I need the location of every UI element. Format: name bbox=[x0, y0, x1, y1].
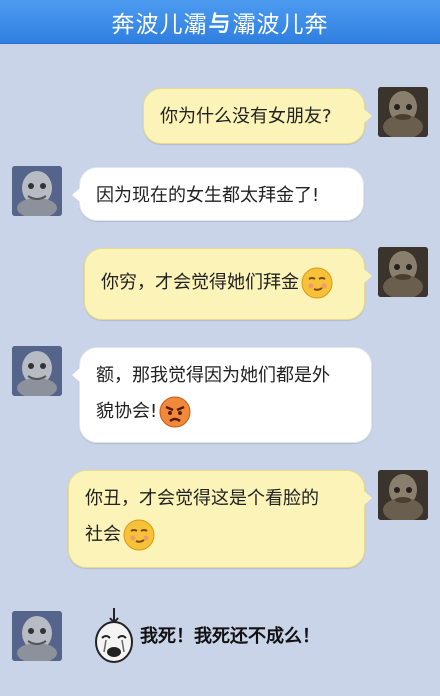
title-left: 奔波儿灞 bbox=[111, 11, 208, 38]
avatar-left[interactable] bbox=[12, 346, 62, 396]
message-text-line: 社会 bbox=[85, 524, 121, 545]
catfish-monster-icon bbox=[12, 346, 62, 396]
crying-meme-sticker-icon[interactable] bbox=[90, 608, 138, 672]
chat-title-bar: 奔波儿灞 与 灞波儿奔 bbox=[0, 0, 440, 44]
avatar-right[interactable] bbox=[378, 87, 428, 137]
message-text-line: 貌协会! bbox=[96, 401, 158, 422]
fish-monster-icon bbox=[378, 87, 428, 137]
message-text: 因为现在的女生都太拜金了! bbox=[96, 185, 320, 206]
catfish-monster-icon bbox=[12, 166, 62, 216]
avatar-left[interactable] bbox=[12, 611, 62, 661]
message-text-line: 额，那我觉得因为她们都是外 bbox=[96, 365, 330, 386]
message-bubble[interactable]: 因为现在的女生都太拜金了! bbox=[72, 167, 364, 221]
message-bubble[interactable]: 你丑，才会觉得这是个看脸的 社会 bbox=[68, 470, 372, 568]
message-bubble[interactable]: 额，那我觉得因为她们都是外 貌协会! bbox=[72, 347, 372, 443]
fish-monster-icon bbox=[378, 247, 428, 297]
title-mid: 与 bbox=[208, 11, 232, 37]
message-bubble[interactable]: 你为什么没有女朋友? bbox=[143, 88, 372, 144]
message-text-line: 你丑，才会觉得这是个看脸的 bbox=[85, 488, 319, 509]
message-text: 你穷，才会觉得她们拜金 bbox=[101, 272, 299, 293]
avatar-right[interactable] bbox=[378, 470, 428, 520]
catfish-monster-icon bbox=[12, 611, 62, 661]
smirk-emoji-icon bbox=[123, 519, 155, 551]
avatar-left[interactable] bbox=[12, 166, 62, 216]
message-text: 你为什么没有女朋友? bbox=[160, 106, 332, 127]
title-right: 灞波儿奔 bbox=[232, 11, 329, 38]
fish-monster-icon bbox=[378, 470, 428, 520]
avatar-right[interactable] bbox=[378, 247, 428, 297]
angry-emoji-icon bbox=[159, 396, 191, 428]
smirk-emoji-icon bbox=[301, 267, 333, 299]
message-bubble[interactable]: 你穷，才会觉得她们拜金 bbox=[84, 248, 372, 320]
sticker-caption: 我死！我死还不成么！ bbox=[140, 626, 320, 647]
